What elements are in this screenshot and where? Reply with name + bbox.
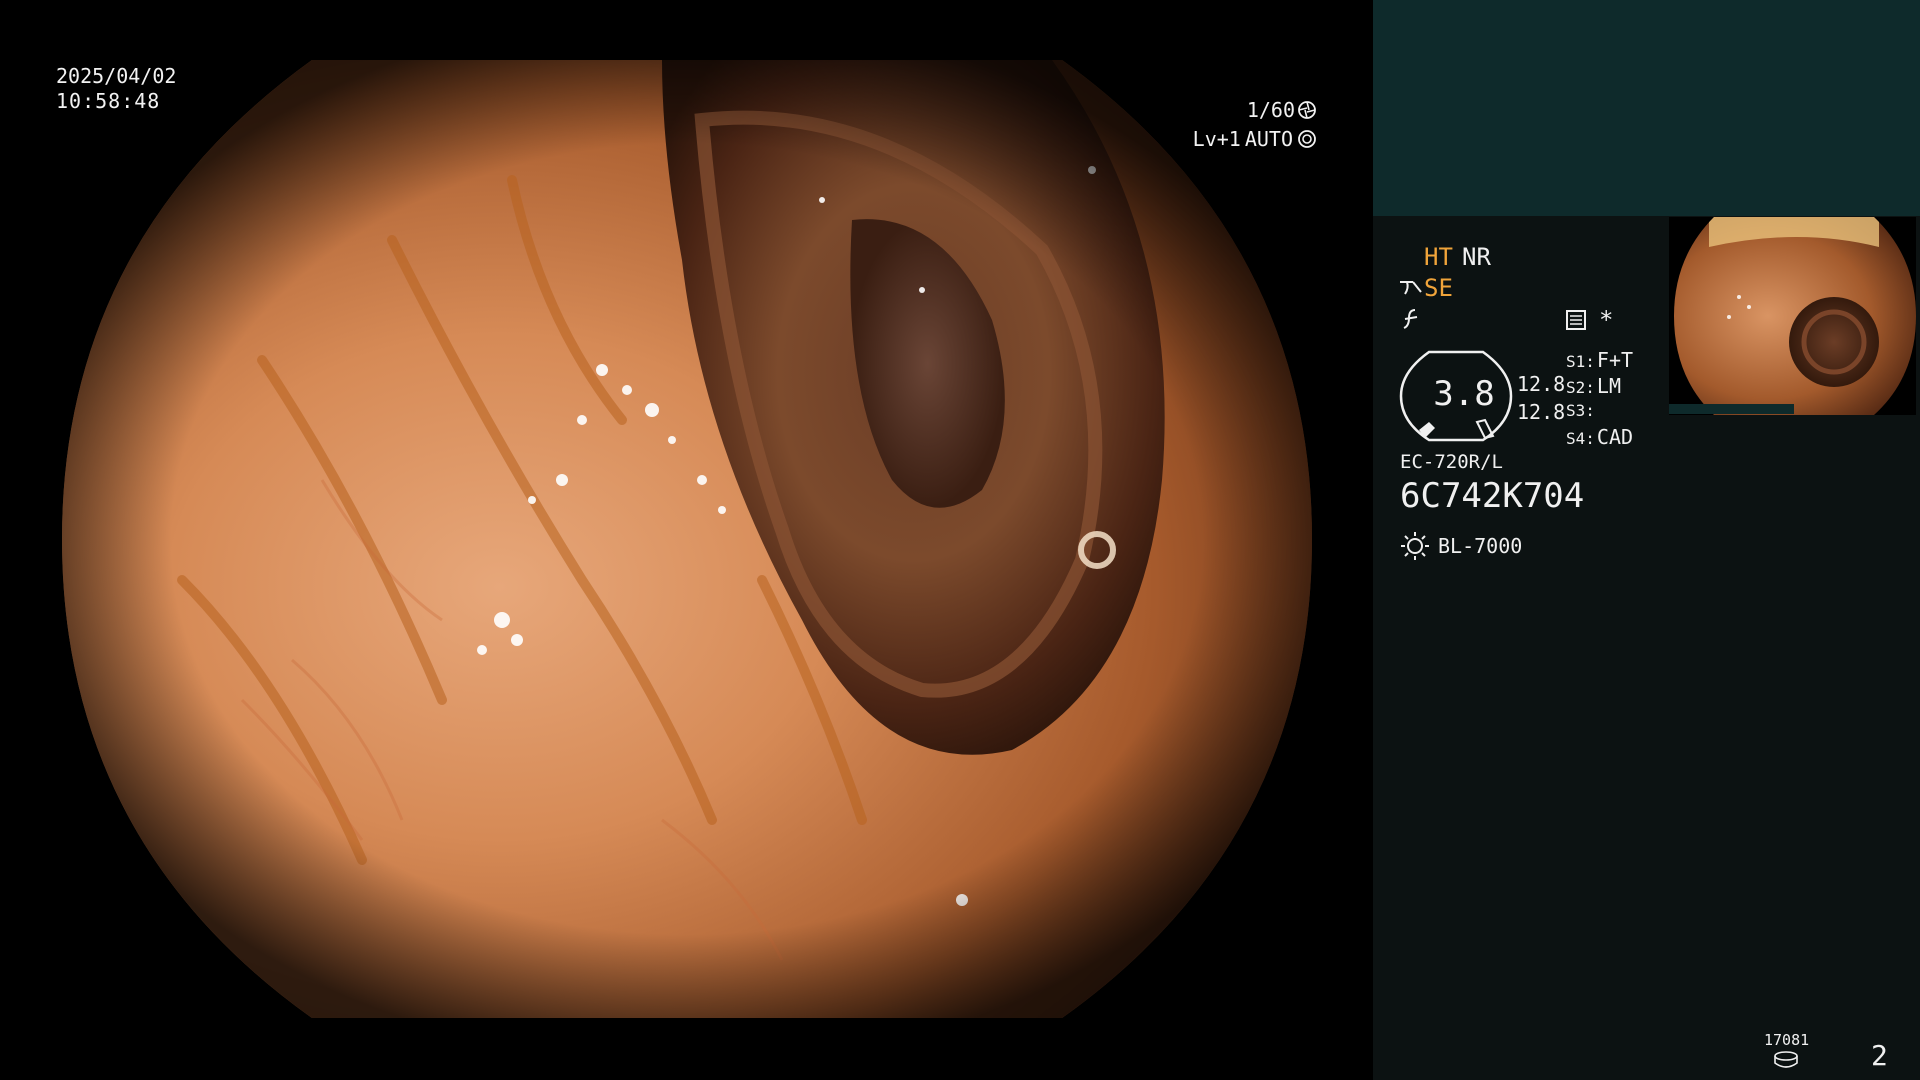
frequency-icon (1401, 308, 1423, 334)
structure-enhance-icon (1399, 278, 1423, 300)
light-level-value: Lv+1 (1192, 127, 1241, 151)
switch-row-s4: S4: CAD (1566, 425, 1633, 449)
side-panel: HT NR SE * 3.8 12.8 12.8 S1: F+T S2: LM … (1373, 0, 1920, 1080)
switch-row-s3: S3: (1566, 401, 1597, 420)
endoscopy-screen: 2025/04/02 10:58:48 1/60 Lv+1 AUTO HT NR (0, 0, 1920, 1080)
disk-icon (1773, 1051, 1799, 1073)
iris-row: Lv+1 AUTO (1193, 127, 1317, 151)
endoscope-image-svg (62, 60, 1312, 1018)
zoom-value: 3.8 (1433, 374, 1495, 414)
date-text: 2025/04/02 (56, 64, 177, 88)
captured-image-thumbnail[interactable] (1669, 217, 1916, 415)
scope-model: EC-720R/L (1400, 451, 1503, 473)
switch-row-s2: S2: LM (1566, 374, 1621, 398)
scope-serial: 6C742K704 (1400, 476, 1585, 516)
time-text: 10:58:48 (56, 89, 161, 113)
switch-key: S3: (1566, 401, 1595, 420)
iris-icon (1297, 129, 1317, 149)
brightness-value-2: 12.8 (1517, 400, 1566, 424)
switch-value: CAD (1596, 425, 1634, 449)
se-label: SE (1424, 274, 1453, 302)
shutter-speed-value: 1/60 (1246, 98, 1295, 122)
light-source: BL-7000 (1438, 534, 1523, 558)
aperture-icon (1297, 100, 1317, 120)
sun-icon (1400, 531, 1430, 565)
memo-icon (1565, 309, 1587, 335)
brightness-value-1: 12.8 (1517, 372, 1566, 396)
thumbnail-svg (1674, 217, 1916, 415)
switch-key: S1: (1566, 352, 1595, 371)
shutter-speed-row: 1/60 (1247, 98, 1317, 122)
endoscope-image (62, 60, 1312, 1018)
thumbnail-caption-bar (1669, 404, 1794, 414)
switch-value: LM (1596, 374, 1621, 398)
iris-mode-value: AUTO (1244, 127, 1293, 151)
switch-key: S2: (1566, 378, 1595, 397)
star-icon: * (1599, 306, 1614, 334)
switch-value: F+T (1596, 348, 1634, 372)
switch-row-s1: S1: F+T (1566, 348, 1633, 372)
side-panel-top-band (1373, 0, 1920, 216)
page-number: 2 (1871, 1039, 1888, 1072)
image-count: 17081 (1764, 1031, 1810, 1049)
nr-label: NR (1462, 243, 1491, 271)
ht-label: HT (1424, 243, 1453, 271)
switch-key: S4: (1566, 429, 1595, 448)
